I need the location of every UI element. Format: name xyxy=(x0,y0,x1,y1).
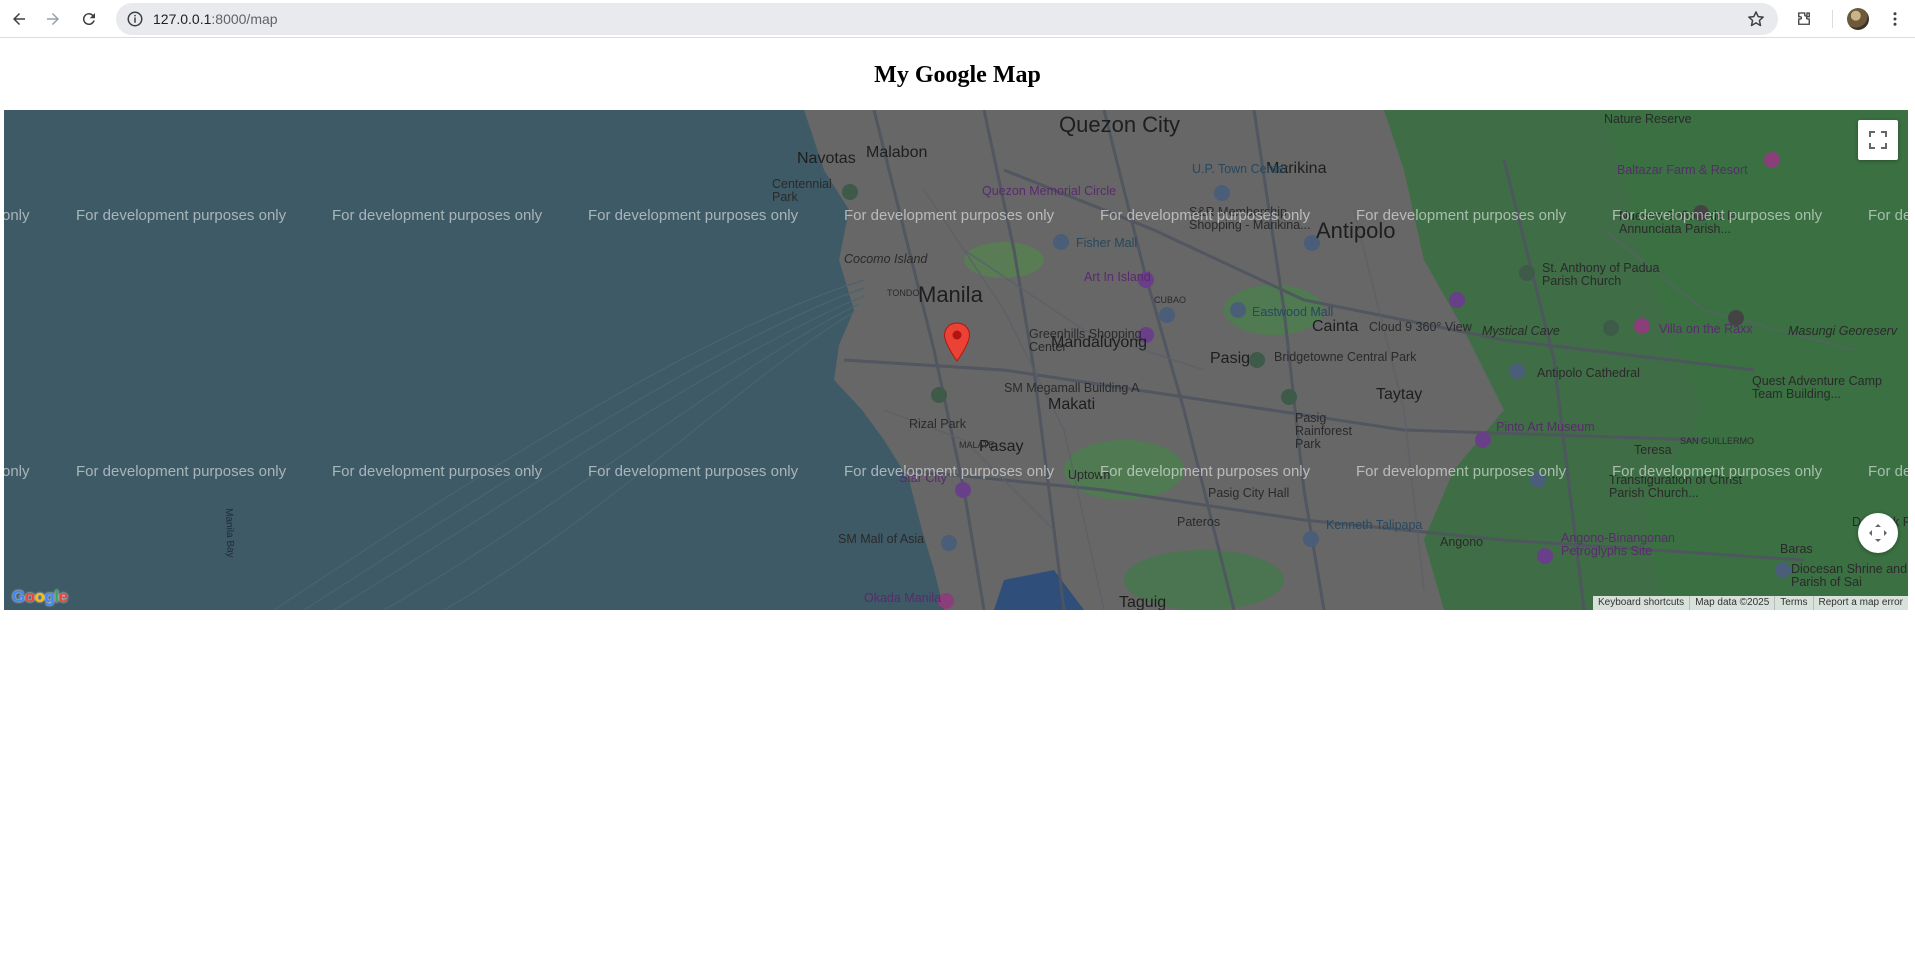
map-attribution-bar: Keyboard shortcuts Map data ©2025 Terms … xyxy=(1593,596,1908,610)
map-label-malabon: Malabon xyxy=(866,144,928,161)
map-label-nuestra: Nuestra Señora de la Annunciata Parish..… xyxy=(1619,209,1738,236)
camera-control-icon xyxy=(1869,524,1887,542)
camera-control-button[interactable] xyxy=(1858,513,1898,553)
map-container[interactable]: Quezon City Manila Antipolo Mandaluyong … xyxy=(4,110,1908,610)
extensions-icon[interactable] xyxy=(1789,4,1819,34)
map-label-centennial-park: Centennial Park xyxy=(772,177,832,204)
map-label-manila-bay: Manila Bay xyxy=(223,508,236,558)
map-label-sm-mall-of-asia: SM Mall of Asia xyxy=(838,532,925,546)
map-label-sr-marikina: S&R Membership Shopping - Marikina... xyxy=(1189,205,1311,232)
map-label-makati: Makati xyxy=(1048,396,1096,413)
back-arrow-icon[interactable] xyxy=(4,4,34,34)
browser-toolbar: 127.0.0.1:8000/map xyxy=(0,0,1915,38)
map-label-baltazar: Baltazar Farm & Resort xyxy=(1617,163,1748,177)
map-label-mystical-cave: Mystical Cave xyxy=(1482,324,1560,338)
map-label-taytay: Taytay xyxy=(1376,386,1423,403)
map-label-malate: MALATE xyxy=(959,440,995,450)
map-label-pateros: Pateros xyxy=(1177,515,1221,529)
map-label-pasig: Pasig xyxy=(1210,350,1251,367)
map-label-transfiguration: Transfiguration of Christ Parish Church.… xyxy=(1609,473,1742,500)
map-label-art-in-island: Art In Island xyxy=(1084,270,1151,284)
terms-link[interactable]: Terms xyxy=(1774,596,1812,610)
map-label-uptown: Uptown xyxy=(1068,468,1111,482)
map-data-text: Map data ©2025 xyxy=(1689,596,1774,610)
map-label-nature-reserve: Nature Reserve xyxy=(1604,112,1692,126)
map-label-eastwood: Eastwood Mall xyxy=(1252,305,1334,319)
map-label-angono-petroglyphs: Angono-Binangonan Petroglyphs Site xyxy=(1561,531,1675,558)
map-label-quest-adventure: Quest Adventure Camp Team Building... xyxy=(1752,374,1882,401)
map-label-rizal-park: Rizal Park xyxy=(909,417,966,431)
map-label-okada-manila: Okada Manila xyxy=(864,591,942,605)
map-label-greenhills: Greenhills Shopping Center xyxy=(1029,327,1142,354)
map-label-pasig-rainforest: Pasig Rainforest Park xyxy=(1295,411,1352,451)
map-label-san-guillermo: SAN GUILLERMO xyxy=(1680,436,1755,446)
map-label-cocomo-island: Cocomo Island xyxy=(844,252,928,266)
site-info-icon[interactable] xyxy=(126,10,144,28)
keyboard-shortcuts-link[interactable]: Keyboard shortcuts xyxy=(1593,596,1689,610)
fullscreen-icon xyxy=(1869,131,1887,149)
map-label-quezon-memorial: Quezon Memorial Circle xyxy=(982,184,1117,198)
map-label-diocesan: Diocesan Shrine and Parish of Sai xyxy=(1791,562,1908,589)
more-menu-icon[interactable] xyxy=(1880,4,1910,34)
report-map-error-link[interactable]: Report a map error xyxy=(1812,596,1908,610)
page-title: My Google Map xyxy=(874,62,1041,88)
map-label-star-city: Star City xyxy=(899,471,947,485)
map-label-teresa: Teresa xyxy=(1634,443,1672,457)
map-label-cubao: CUBAO xyxy=(1154,295,1187,305)
map-label-bridgetowne: Bridgetowne Central Park xyxy=(1274,350,1417,364)
map-label-kenneth: Kenneth Talipapa xyxy=(1326,518,1423,532)
fullscreen-button[interactable] xyxy=(1858,120,1898,160)
map-label-angono: Angono xyxy=(1440,535,1484,549)
toolbar-divider xyxy=(1832,10,1833,28)
map-label-sm-megamall: SM Megamall Building A xyxy=(1004,381,1140,395)
map-label-navotas: Navotas xyxy=(797,150,856,167)
map-label-antipolo-cathedral: Antipolo Cathedral xyxy=(1537,366,1640,380)
map-label-manila: Manila xyxy=(918,282,983,307)
bookmark-star-icon[interactable] xyxy=(1746,9,1766,29)
map-label-tondo: TONDO xyxy=(887,288,920,298)
address-bar[interactable]: 127.0.0.1:8000/map xyxy=(116,3,1778,35)
map-label-pinto: Pinto Art Museum xyxy=(1496,420,1595,434)
map-label-cloud9: Cloud 9 360° View xyxy=(1369,320,1472,334)
forward-arrow-icon[interactable] xyxy=(38,4,68,34)
map-marker-icon[interactable] xyxy=(943,322,971,362)
map-label-quezon-city: Quezon City xyxy=(1059,112,1181,137)
map-label-up-town: U.P. Town Center xyxy=(1192,162,1289,176)
url-text: 127.0.0.1:8000/map xyxy=(153,11,278,27)
map-label-baras: Baras xyxy=(1780,542,1813,556)
map-label-fisher-mall: Fisher Mall xyxy=(1076,236,1138,250)
map-label-taguig: Taguig xyxy=(1119,594,1167,610)
map-label-st-anthony: St. Anthony of Padua Parish Church xyxy=(1542,261,1660,288)
map-label-cainta: Cainta xyxy=(1312,318,1359,335)
map-label-masungi: Masungi Georeserv xyxy=(1788,324,1898,338)
map-label-pasig-city-hall: Pasig City Hall xyxy=(1208,486,1290,500)
map-label-villa-raxx: Villa on the Raxx xyxy=(1659,322,1753,336)
google-logo[interactable]: Google xyxy=(12,587,68,607)
reload-icon[interactable] xyxy=(74,4,104,34)
profile-avatar[interactable] xyxy=(1847,8,1869,30)
